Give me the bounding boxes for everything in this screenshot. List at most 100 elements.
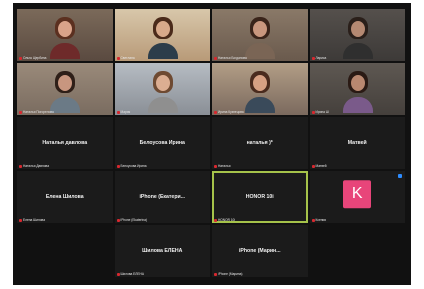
participant-name-tag: HONOR 10i [214,218,235,222]
participant-display-name: Матвей [347,140,367,146]
participant-name-tag: Наталья Богданова [214,56,247,60]
muted-mic-icon [311,164,315,168]
participant-name-label: Мария [120,110,131,114]
muted-mic-icon [116,272,120,276]
muted-mic-icon [19,110,22,114]
participant-tile[interactable]: Светлана [114,9,210,61]
participant-tile[interactable]: HONOR 10i HONOR 10i [212,171,308,223]
participant-grid: Ольга Щербина Светлана Наталья Богданова Ла… [17,9,406,281]
participant-name-tag: Шилова ЕЛЕНА [116,272,144,276]
participant-name-label: iPhone (Ekaterina) [120,218,147,222]
muted-mic-icon [116,110,120,114]
participant-name-label: Наталья Погорелова [23,110,54,114]
participant-tile[interactable]: Наталья давлова Наталья Давлова [17,117,113,169]
participant-video-face [58,75,72,91]
participant-video-face [155,21,170,37]
participant-video-face [253,75,267,91]
participant-video-face [58,21,72,37]
participant-display-name: Белоусова Ирина [139,140,185,146]
participant-name-tag: iPhone (Ekaterina) [116,218,147,222]
participant-tile[interactable]: iPhone (Марин... iPhone (Марина) [212,225,308,277]
participant-name-label: Ирина Ш [315,110,329,114]
participant-video-body [50,97,80,113]
participant-tile[interactable]: iPhone (Екатери... iPhone (Ekaterina) [114,171,210,223]
participant-tile[interactable]: Шилова ЕЛЕНА Шилова ЕЛЕНА [114,225,210,277]
participant-tile[interactable]: наталья )* Наталья [212,117,308,169]
participant-tile[interactable]: Наталья Погорелова [17,63,113,115]
participant-display-name: Наталья давлова [42,140,88,146]
participant-video-body [50,43,80,59]
muted-mic-icon [19,164,22,168]
muted-mic-icon [214,164,217,168]
participant-video-body [245,43,275,59]
muted-mic-icon [116,56,120,60]
participant-name-label: Матвей [315,164,327,168]
participant-name-label: Наталья [218,164,231,168]
participant-tile[interactable]: Белоусова Ирина Белоусова Ирина [114,117,210,169]
participant-name-label: Лариса [315,56,327,60]
zoom-gallery-window: Ольга Щербина Светлана Наталья Богданова Ла… [13,3,411,285]
participant-video-face [155,75,170,91]
participant-tile[interactable]: Матвей Матвей [309,117,405,169]
muted-mic-icon [19,56,22,60]
participant-tile[interactable]: K Ксения [309,171,405,223]
participant-name-tag: Наталья [214,164,230,168]
muted-mic-icon [214,110,217,114]
participant-tile[interactable]: Наталья Богданова [212,9,308,61]
participant-video-body [342,97,373,113]
participant-name-label: Светлана [120,56,135,60]
participant-tile[interactable]: Ирина Ш [309,63,405,115]
participant-video-face [350,21,365,37]
participant-name-tag: Наталья Давлова [19,164,49,168]
participant-tile[interactable]: Мария [114,63,210,115]
participant-video-face [350,75,365,91]
participant-name-tag: Ксения [311,218,327,222]
participant-name-label: iPhone (Марина) [218,272,243,276]
participant-name-label: Наталья Давлова [23,164,49,168]
participant-name-label: Наталья Богданова [218,56,247,60]
participant-name-tag: Елена Шилова [19,218,45,222]
participant-video-face [253,21,267,37]
participant-name-tag: Ирина Кузнецова [214,110,244,114]
muted-mic-icon [311,110,315,114]
participant-display-name: HONOR 10i [245,194,274,200]
participant-tile[interactable]: Лариса [309,9,405,61]
participant-name-tag: Светлана [116,56,135,60]
participant-name-label: Ирина Кузнецова [218,110,244,114]
participant-display-name: Шилова ЕЛЕНА [142,248,183,254]
participant-video-body [147,97,178,113]
participant-name-tag: Мария [116,110,131,114]
participant-display-name: Елена Шилова [45,194,84,200]
participant-name-tag: Матвей [311,164,327,168]
participant-name-tag: Белоусова Ирина [116,164,147,168]
participant-name-tag: Наталья Погорелова [19,110,54,114]
empty-tile [309,225,405,277]
participant-name-label: Белоусова Ирина [120,164,147,168]
muted-mic-icon [116,164,120,168]
participant-name-tag: iPhone (Марина) [214,272,242,276]
muted-mic-icon [19,218,22,222]
muted-mic-icon [311,56,315,60]
participant-tile[interactable]: Елена Шилова Елена Шилова [17,171,113,223]
participant-tile[interactable]: Ирина Кузнецова [212,63,308,115]
participant-display-name: наталья )* [246,140,273,146]
participant-name-label: Шилова ЕЛЕНА [120,272,144,276]
participant-tile[interactable]: Ольга Щербина [17,9,113,61]
muted-mic-icon [214,218,217,222]
empty-tile [17,225,113,277]
participant-name-label: Ксения [315,218,327,222]
participant-name-tag: Ольга Щербина [19,56,46,60]
participant-display-name: iPhone (Екатери... [139,194,185,200]
participant-avatar: K [343,180,372,209]
participant-name-tag: Ирина Ш [311,110,329,114]
muted-mic-icon [116,218,120,222]
participant-video-body [342,43,373,59]
muted-mic-icon [311,218,315,222]
raised-hand-icon [398,174,402,178]
muted-mic-icon [214,56,217,60]
participant-video-body [245,97,275,113]
participant-name-tag: Лариса [311,56,327,60]
participant-video-body [147,43,178,59]
participant-name-label: Ольга Щербина [23,56,47,60]
participant-display-name: iPhone (Марин... [238,248,281,254]
